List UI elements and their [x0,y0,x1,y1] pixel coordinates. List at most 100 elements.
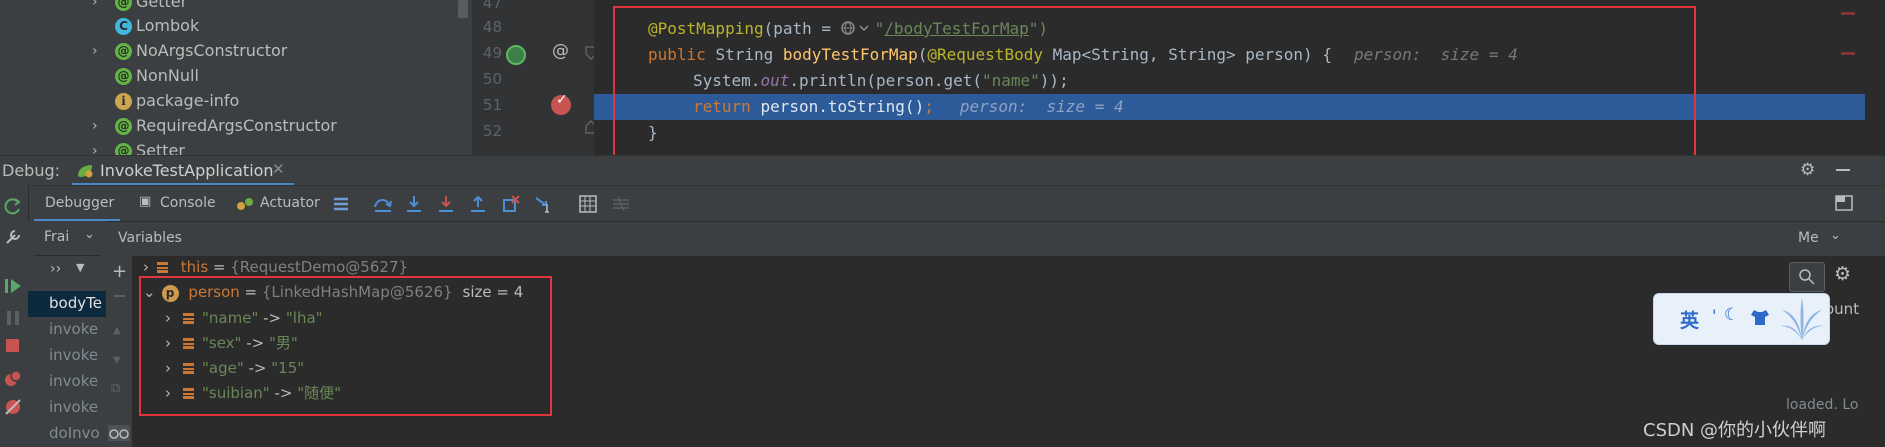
memory-status-text: loaded. Lo [1786,397,1859,413]
chevron-down-icon[interactable]: ⌄ [84,227,95,242]
trace-current-stream-icon[interactable] [612,196,630,212]
chevron-right-icon[interactable]: › [92,143,98,155]
annotation-icon: @ [115,0,132,11]
new-watch-icon[interactable]: + [112,261,127,282]
variables-actions: + ▲ ▼ ⧉ [106,255,133,447]
tab-console[interactable]: Console [160,195,216,211]
debug-title: Debug: [2,161,61,180]
stack-frame-item[interactable]: doInvo [28,421,106,447]
chevron-right-icon[interactable]: › [92,0,98,10]
line-number: 51 [482,96,502,114]
csdn-watermark: CSDN @你的小伙伴啊 [1643,420,1827,441]
tab-label: InvokeTestApplication [100,161,274,180]
force-step-into-icon[interactable] [437,195,455,213]
view-breakpoints-icon[interactable] [4,370,22,388]
stop-icon[interactable] [4,336,22,354]
stack-frame-label: bodyTe [49,294,102,312]
evaluate-expression-icon[interactable] [579,195,597,213]
stack-frame-label: doInvo [49,424,100,442]
error-stripe-mark[interactable] [1841,52,1855,55]
glasses-icon[interactable] [108,425,130,441]
chevron-right-icon[interactable]: › [143,258,149,276]
frames-panel: Frai ⌄ ›› ▼ bodyTe invoke invoke invoke invo… [28,221,106,447]
gear-icon[interactable]: ⚙ [1800,160,1815,180]
debug-actions-strip [0,185,29,447]
annotation-red-box [139,276,552,416]
menu-lines-icon[interactable] [333,196,349,212]
info-icon: i [115,93,132,110]
annotation-icon: @ [115,118,132,135]
error-stripe-mark[interactable] [1841,12,1855,15]
step-over-icon[interactable] [373,195,393,213]
tab-actuator[interactable]: Actuator [260,195,320,211]
stack-frame-item[interactable]: invoke [28,317,106,343]
stack-frame-label: invoke [49,372,99,390]
line-number: 52 [482,122,502,140]
annotation-icon: @ [115,68,132,85]
chevron-right-icon[interactable]: › [92,118,98,134]
layout-settings-icon[interactable] [1835,194,1853,212]
rerun-icon[interactable] [4,197,22,215]
step-into-icon[interactable] [405,195,423,213]
thread-chevron-icon[interactable]: ›› [50,261,61,277]
search-button[interactable] [1789,262,1825,292]
tree-item-label: Setter [136,141,185,155]
stack-frame-label: invoke [49,398,99,416]
actuator-icon [237,198,253,210]
ime-moon-icon[interactable]: ☾ [1724,305,1739,325]
chevron-right-icon[interactable]: › [92,43,98,59]
pause-program-icon[interactable] [4,309,22,327]
stack-frame-item[interactable]: invoke [28,369,106,395]
breakpoint-icon[interactable] [551,92,571,115]
variable-name: this [180,258,209,276]
stack-frame-label: invoke [49,320,99,338]
ime-skin-icon[interactable] [1750,309,1770,326]
tree-scrollbar[interactable] [458,0,468,18]
close-tab-icon[interactable]: ✕ [272,160,285,178]
variable-value: {RequestDemo@5627} [230,258,409,276]
spring-boot-debug-icon [78,165,93,178]
ime-language-label[interactable]: 英 [1680,306,1699,333]
remove-watch-icon[interactable] [114,295,125,297]
project-tree: › @ Getter C Lombok › @ NoArgsConstructor @ NonNu… [0,0,472,155]
annotation-icon: @ [115,143,132,155]
tab-debugger[interactable]: Debugger [34,186,120,222]
frames-tab-label[interactable]: Frai [44,229,69,245]
field-icon [157,262,168,273]
resume-program-icon[interactable] [4,277,22,295]
move-up-icon[interactable]: ▲ [113,325,121,336]
stack-frame-item[interactable]: invoke [28,343,106,369]
run-to-cursor-icon[interactable] [534,195,552,213]
ime-punctuation-icon[interactable]: ' [1712,306,1716,325]
console-icon: ▣ [139,194,152,209]
wrench-settings-icon[interactable] [4,228,22,246]
drop-frame-icon[interactable] [502,195,520,213]
annotation-at-icon[interactable]: @ [552,41,569,61]
debug-tool-header: Debug: InvokeTestApplication ✕ ⚙ [0,155,1885,186]
debug-toolbar: Debugger ▣ Console Actuator [0,185,1885,222]
chevron-down-icon[interactable]: ⌄ [1830,228,1841,243]
stack-frame-item[interactable]: bodyTe [28,291,106,317]
copy-icon[interactable]: ⧉ [111,381,120,396]
frames-header: Frai ⌄ [34,221,100,256]
thread-dropdown-icon[interactable]: ▼ [76,261,84,274]
ime-floating-bar[interactable]: 英 ' ☾ [1653,293,1830,345]
line-number: 49 [482,44,502,62]
tree-item-label: Lombok [136,16,200,35]
move-down-icon[interactable]: ▼ [113,355,121,366]
tab-invoke-test-application[interactable]: InvokeTestApplication ✕ [72,156,294,186]
tab-debugger-label: Debugger [45,195,115,211]
gear-icon[interactable]: ⚙ [1834,263,1851,285]
tree-item-label: NoArgsConstructor [136,41,288,60]
line-number: 48 [482,18,502,36]
tree-item-label: package-info [136,91,240,110]
memory-tab-label[interactable]: Me [1798,230,1819,246]
variable-eq: = [208,258,231,276]
stack-frame-item[interactable]: invoke [28,395,106,421]
mute-breakpoints-icon[interactable] [4,398,22,416]
tree-item-label: NonNull [136,66,199,85]
web-endpoint-icon[interactable] [506,45,526,65]
step-out-icon[interactable] [469,195,487,213]
minimize-icon[interactable] [1836,169,1850,171]
stack-frame-label: invoke [49,346,99,364]
